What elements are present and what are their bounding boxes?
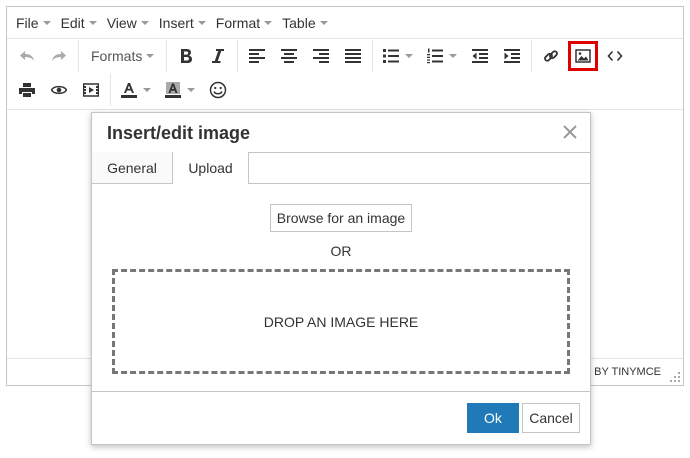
background-color-button[interactable] xyxy=(159,75,201,105)
dialog-footer: Ok Cancel xyxy=(92,391,590,444)
preview-button[interactable] xyxy=(44,75,74,105)
tab-general[interactable]: General xyxy=(92,152,173,183)
emoticons-icon xyxy=(209,81,227,99)
align-left-button[interactable] xyxy=(242,41,272,71)
chevron-down-icon xyxy=(187,88,195,92)
redo-icon xyxy=(52,51,66,61)
chevron-down-icon xyxy=(88,20,97,25)
close-icon[interactable] xyxy=(562,124,578,140)
toolbar-separator xyxy=(372,40,374,72)
chevron-down-icon xyxy=(264,20,273,25)
menu-view-label: View xyxy=(106,14,137,31)
dialog-header: Insert/edit image xyxy=(92,113,590,153)
menu-edit-label: Edit xyxy=(60,14,85,31)
menu-file[interactable]: File xyxy=(11,9,56,37)
undo-icon xyxy=(20,51,34,61)
ok-button[interactable]: Ok xyxy=(467,403,519,433)
indent-button[interactable] xyxy=(497,41,527,71)
dropzone-label: DROP AN IMAGE HERE xyxy=(263,313,419,330)
chevron-down-icon xyxy=(449,54,458,58)
menu-insert-label: Insert xyxy=(158,14,194,31)
outdent-button[interactable] xyxy=(465,41,495,71)
image-button[interactable] xyxy=(568,41,599,71)
menu-insert[interactable]: Insert xyxy=(154,9,211,37)
dialog-tabs: General Upload xyxy=(92,152,590,184)
toolbar-separator xyxy=(531,40,533,72)
undo-button[interactable] xyxy=(12,41,42,71)
text-color-button[interactable] xyxy=(115,75,157,105)
bullet-list-icon xyxy=(383,49,400,63)
chevron-down-icon xyxy=(197,20,206,25)
align-center-button[interactable] xyxy=(274,41,304,71)
toolbar-separator xyxy=(166,40,168,72)
code-icon xyxy=(607,50,623,62)
preview-icon xyxy=(51,85,67,95)
menu-table-label: Table xyxy=(282,14,316,31)
numbered-list-icon xyxy=(427,48,444,64)
insert-image-dialog: Insert/edit image General Upload Browse … xyxy=(91,112,591,445)
browse-image-button[interactable]: Browse for an image xyxy=(270,204,412,232)
align-justify-button[interactable] xyxy=(338,41,368,71)
toolbar-separator xyxy=(78,40,79,72)
italic-icon xyxy=(212,49,225,63)
outdent-icon xyxy=(472,49,489,63)
or-separator-label: OR xyxy=(330,243,352,259)
image-dropzone[interactable]: DROP AN IMAGE HERE xyxy=(112,269,570,374)
redo-button[interactable] xyxy=(44,41,74,71)
formats-label: Formats xyxy=(91,48,143,64)
menu-edit[interactable]: Edit xyxy=(56,9,102,37)
text-color-icon xyxy=(121,83,137,98)
toolbar-separator xyxy=(110,74,111,106)
bold-icon xyxy=(181,49,193,63)
background-color-icon xyxy=(165,82,181,98)
emoticons-button[interactable] xyxy=(203,75,233,105)
menu-view[interactable]: View xyxy=(102,9,154,37)
menu-table[interactable]: Table xyxy=(277,9,332,37)
image-icon xyxy=(575,49,592,63)
menu-file-label: File xyxy=(16,14,39,31)
toolbar-separator xyxy=(237,40,239,72)
link-button[interactable] xyxy=(536,41,566,71)
align-right-button[interactable] xyxy=(306,41,336,71)
numbered-list-button[interactable] xyxy=(421,41,463,71)
align-left-icon xyxy=(249,49,266,63)
bullet-list-button[interactable] xyxy=(377,41,419,71)
code-button[interactable] xyxy=(600,41,630,71)
chevron-down-icon xyxy=(140,20,149,25)
chevron-down-icon xyxy=(405,54,414,58)
toolbar-row-2 xyxy=(7,74,683,106)
chevron-down-icon xyxy=(319,20,328,25)
menu-format[interactable]: Format xyxy=(211,9,277,37)
print-button[interactable] xyxy=(12,75,42,105)
link-icon xyxy=(544,50,559,62)
tab-upload[interactable]: Upload xyxy=(173,152,249,184)
cancel-button[interactable]: Cancel xyxy=(522,403,580,433)
italic-button[interactable] xyxy=(203,41,233,71)
media-icon xyxy=(83,83,99,97)
media-button[interactable] xyxy=(76,75,106,105)
formats-dropdown[interactable]: Formats xyxy=(83,41,162,71)
chevron-down-icon xyxy=(146,54,155,58)
menu-format-label: Format xyxy=(215,14,261,31)
dialog-title: Insert/edit image xyxy=(107,123,251,143)
align-right-icon xyxy=(313,49,330,63)
bold-button[interactable] xyxy=(171,41,201,71)
indent-icon xyxy=(504,49,521,63)
print-icon xyxy=(19,83,35,97)
toolbar-row-1: Formats xyxy=(7,40,683,72)
resize-handle-icon[interactable] xyxy=(670,372,680,382)
chevron-down-icon xyxy=(42,20,51,25)
align-center-icon xyxy=(281,49,298,63)
chevron-down-icon xyxy=(143,88,151,92)
align-justify-icon xyxy=(345,49,362,63)
menubar: File Edit View Insert Format Table xyxy=(7,7,683,39)
